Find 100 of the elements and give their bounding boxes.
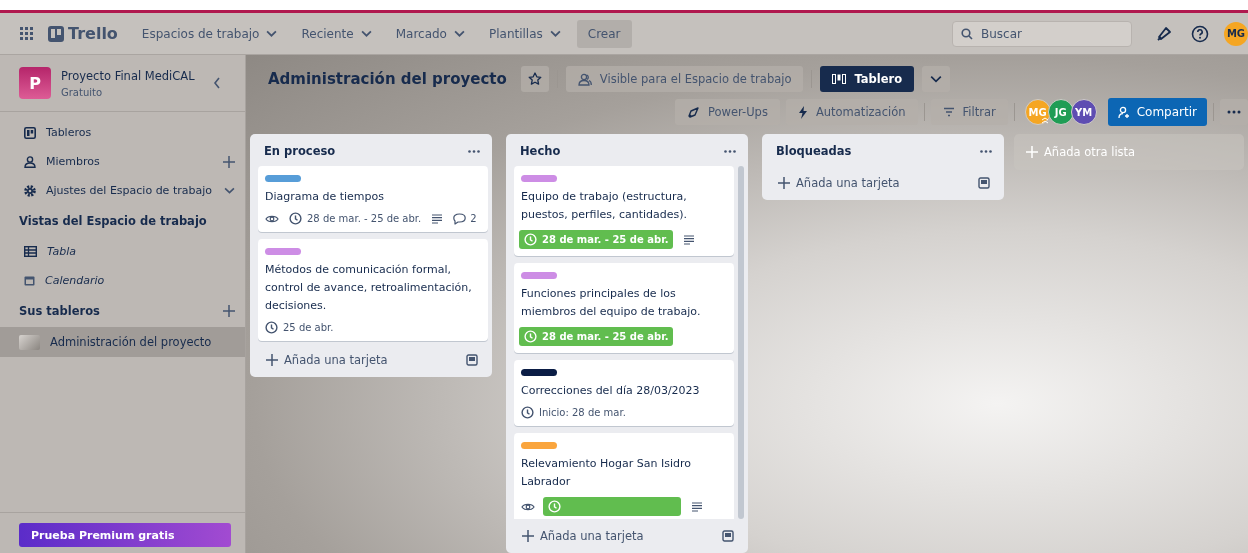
workspace-avatar: P [19, 67, 51, 99]
sidebar-item[interactable]: Ajustes del Espacio de trabajo [46, 184, 212, 197]
due-date: 28 de mar. - 25 de abr. [289, 212, 422, 225]
apps-grid-icon[interactable] [20, 26, 34, 41]
chevron-down-icon[interactable] [224, 187, 235, 194]
member-avatar[interactable]: YM [1070, 99, 1097, 125]
clock-icon [521, 406, 534, 419]
card[interactable]: Funciones principales de los miembros del equipo de trabajo. 28 de mar. - 25 de abr. [514, 263, 734, 353]
trello-logo[interactable]: Trello [48, 24, 118, 43]
sidebar-item[interactable]: Miembros [46, 155, 100, 168]
scrollbar[interactable] [738, 166, 744, 519]
more-icon [1227, 110, 1241, 114]
workspace-view-link[interactable]: Tabla [47, 245, 77, 258]
plus-icon [1026, 146, 1038, 158]
due-date-badge: 28 de mar. - 25 de abr. [519, 230, 674, 249]
star-button[interactable] [520, 66, 549, 92]
settings-icon [24, 184, 36, 197]
board-icon [24, 126, 36, 139]
card[interactable]: Diagrama de tiempos 28 de mar. - 25 de abr. 2 [258, 166, 488, 232]
card-title: Equipo de trabajo (estructura, puestos, perfiles, cantidades). [521, 189, 689, 223]
clock-icon [289, 212, 302, 225]
eye-icon [521, 501, 535, 512]
card-title: Funciones principales de los miembros del equipo de trabajo. [521, 286, 702, 320]
card[interactable]: Métodos de comunicación formal, control de avance, retroalimentación, decisiones. 25 de abr. [258, 239, 488, 341]
nav-menu-button[interactable]: Marcado [387, 20, 473, 47]
workspace-plan: Gratuito [61, 86, 104, 98]
table-icon [24, 246, 37, 257]
chevron-down-icon [549, 30, 561, 37]
premium-trial-button[interactable]: Prueba Premium gratis [19, 523, 231, 547]
add-card-button[interactable]: Añada una tarjeta [266, 351, 388, 369]
help-icon[interactable] [1191, 24, 1209, 43]
list-title[interactable]: Hecho [520, 144, 561, 158]
lightning-icon [797, 105, 808, 119]
more-icon[interactable] [724, 149, 736, 153]
comment-count: 2 [453, 212, 477, 225]
chevron-down-icon [360, 30, 372, 37]
list-title[interactable]: En proceso [264, 144, 336, 158]
due-date-badge: 28 de mar. - 25 de abr. [519, 327, 674, 346]
filter-icon [942, 107, 955, 117]
star-icon [527, 72, 542, 86]
plus-icon [522, 530, 534, 542]
chevron-down-icon [930, 75, 943, 83]
share-button[interactable]: Compartir [1107, 98, 1207, 126]
due-date: 25 de abr. [265, 321, 334, 334]
clock-icon [265, 321, 278, 334]
search-field[interactable]: Buscar [952, 20, 1132, 47]
description-icon [431, 213, 444, 224]
card-title: Diagrama de tiempos [265, 189, 385, 205]
power-ups-button[interactable]: Power-Ups [675, 99, 780, 125]
clock-icon [548, 500, 561, 513]
people-icon [577, 72, 592, 86]
list-title[interactable]: Bloqueadas [776, 144, 852, 158]
add-icon[interactable] [223, 155, 235, 168]
add-person-icon [1117, 105, 1131, 119]
plus-icon [778, 177, 790, 189]
more-icon[interactable] [468, 149, 480, 153]
card-template-icon[interactable] [722, 530, 734, 542]
board-thumbnail [19, 334, 40, 350]
due-date: Inicio: 28 de mar. [521, 406, 626, 419]
more-icon[interactable] [980, 149, 992, 153]
collapse-icon[interactable] [213, 77, 221, 89]
add-card-button[interactable]: Añada una tarjeta [778, 174, 900, 192]
chevron-down-icon [453, 30, 465, 37]
calendar-icon [24, 275, 35, 286]
nav-menu-button[interactable]: Reciente [293, 20, 380, 47]
board-view-button[interactable]: Tablero [820, 66, 915, 92]
board-link[interactable]: Administración del proyecto [0, 327, 245, 357]
board-columns-icon [832, 74, 847, 84]
member-avatar[interactable]: JG [1047, 99, 1074, 125]
card-title: Métodos de comunicación formal, control de avance, retroalimentación, decisiones. [265, 262, 473, 314]
clock-icon [524, 330, 537, 343]
card-template-icon[interactable] [978, 177, 990, 189]
workspace-view-link[interactable]: Calendario [45, 274, 105, 287]
workspace-name: Proyecto Final MediCAL [61, 68, 196, 83]
eye-icon [265, 213, 279, 224]
sidebar-item[interactable]: Tableros [46, 126, 92, 139]
comment-icon [453, 212, 467, 225]
add-icon[interactable] [223, 305, 235, 317]
chevron-down-icon [266, 30, 278, 37]
card-title: Relevamiento Hogar San Isidro Labrador [521, 456, 692, 490]
plus-icon [266, 354, 278, 366]
user-avatar[interactable]: MG [1224, 21, 1248, 46]
add-card-button[interactable]: Añada una tarjeta [522, 527, 644, 545]
card[interactable]: Relevamiento Hogar San Isidro Labrador [514, 433, 734, 519]
card[interactable]: Equipo de trabajo (estructura, puestos, perfiles, cantidades). 28 de mar. - 25 de abr. [514, 166, 734, 256]
description-icon [691, 501, 703, 512]
section-heading: Sus tableros [19, 304, 101, 318]
card[interactable]: Correcciones del día 28/03/2023 Inicio: 28 de mar. [514, 360, 734, 426]
person-icon [24, 155, 36, 168]
section-heading: Vistas del Espacio de trabajo [19, 214, 208, 228]
create-button[interactable]: Crear [576, 19, 632, 48]
description-icon [683, 234, 696, 245]
visibility-button[interactable]: Visible para el Espacio de trabajo [565, 66, 804, 92]
card-title: Correcciones del día 28/03/2023 [521, 383, 701, 399]
nav-menu-button[interactable]: Espacios de trabajo [133, 20, 286, 47]
nav-menu-button[interactable]: Plantillas [480, 20, 569, 47]
clock-icon [524, 233, 537, 246]
view-options-button[interactable] [922, 66, 951, 92]
board-title[interactable]: Administración del proyecto [268, 70, 507, 88]
card-template-icon[interactable] [466, 354, 478, 366]
